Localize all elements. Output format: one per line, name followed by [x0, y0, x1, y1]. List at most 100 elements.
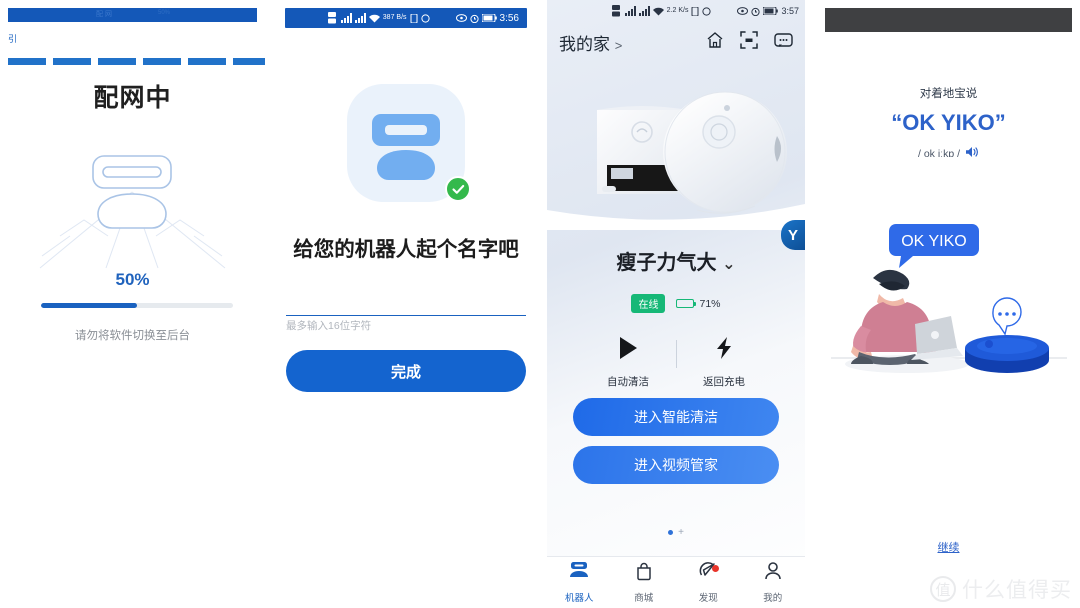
add-device-icon[interactable]: + — [678, 528, 684, 538]
battery-icon — [763, 7, 779, 15]
person-with-laptop-and-robot-illustration: OK YIKO — [817, 218, 1080, 398]
status-bar-left-icons: 387 B/s — [327, 12, 430, 24]
pager-indicator: + — [547, 528, 805, 538]
tab-label: 我的 — [763, 593, 783, 604]
status-bar-right-icons: 3:56 — [455, 12, 519, 24]
panel-gutter-3 — [805, 0, 817, 608]
robot-vacuum-with-dock-photo — [547, 70, 805, 230]
glitch-separator — [8, 22, 257, 26]
signal-icon — [354, 13, 366, 23]
home-selector[interactable]: 我的家 > — [559, 30, 622, 55]
speaker-icon[interactable] — [965, 146, 979, 161]
tab-discover[interactable]: 发现 — [676, 557, 741, 608]
quick-action-auto-clean[interactable]: 自动清洁 — [581, 336, 676, 389]
robot-dock-illustration — [0, 150, 265, 270]
speech-bubble: OK YIKO — [889, 224, 979, 268]
continue-link-wrapper: 继续 — [817, 538, 1080, 556]
tab-shop[interactable]: 商城 — [612, 557, 677, 608]
page-title: 配网中 — [93, 84, 172, 112]
progress-bar — [41, 303, 233, 308]
battery-indicator: 71% — [676, 298, 721, 310]
status-bar: 2.2 K/s 3:57 — [547, 0, 805, 22]
chevron-down-icon: ⌄ — [722, 256, 736, 273]
panel-network-pairing: 配网 50% 引 配网中 50% 请勿将软件切换至后台 — [0, 0, 265, 608]
person-icon — [763, 561, 783, 586]
battery-icon — [676, 299, 697, 308]
status-bar — [825, 8, 1072, 32]
device-status-row: 在线 71% — [547, 294, 805, 313]
status-badge: 在线 — [631, 294, 666, 313]
bag-icon — [634, 561, 654, 586]
notification-badge — [711, 565, 719, 572]
sync-icon — [702, 6, 712, 16]
clock-label: 3:56 — [499, 12, 519, 24]
wakeword-phonetic-row: / ok iːkɒ / — [817, 146, 1080, 161]
screenshot-collage: 配网 50% 引 配网中 50% 请勿将软件切换至后台 387 B/s 3:56… — [0, 0, 1080, 608]
bottom-tab-bar: 机器人 商城 发现 我的 — [547, 556, 805, 608]
progress-percent-label: 50% — [115, 270, 150, 289]
home-label: 我的家 — [559, 35, 610, 54]
page-title: 给您的机器人起个名字吧 — [293, 238, 519, 261]
home-header: 我的家 > — [547, 22, 805, 55]
tab-profile[interactable]: 我的 — [741, 557, 806, 608]
alarm-icon — [751, 7, 761, 16]
signal-icon — [624, 6, 636, 16]
sync-icon — [420, 13, 430, 23]
glitch-text-primary: 配网 — [96, 11, 114, 18]
watermark-text: 什么值得买 — [962, 579, 1072, 602]
glitch-dashed-band — [8, 58, 265, 65]
wifi-icon — [652, 7, 664, 15]
vibrate-icon — [410, 13, 418, 23]
chevron-right-icon: > — [614, 38, 623, 53]
battery-icon — [481, 14, 497, 22]
scan-icon[interactable] — [740, 31, 758, 54]
vibrate-icon — [691, 6, 699, 16]
message-icon[interactable] — [774, 32, 793, 54]
quick-action-return-charge[interactable]: 返回充电 — [677, 336, 772, 389]
play-icon — [617, 337, 639, 364]
quick-actions: 自动清洁 返回充电 — [547, 336, 805, 389]
thinking-bubble-icon — [992, 297, 1022, 336]
glitch-text-secondary: 50% — [158, 10, 171, 16]
robot-name-input[interactable] — [286, 300, 526, 316]
robot-avatar-icon — [347, 84, 471, 202]
eye-icon — [737, 7, 749, 15]
device-name-label: 瘦子力气大 — [616, 252, 717, 274]
input-hint-text: 最多输入16位字符 — [286, 320, 372, 332]
alarm-icon — [469, 14, 479, 23]
tab-label: 商城 — [634, 593, 654, 604]
enter-smart-clean-button[interactable]: 进入智能清洁 — [573, 398, 779, 436]
pager-dot-active[interactable] — [668, 530, 674, 535]
panel-voice-wakeword: 对着地宝说 “OK YIKO” / ok iːkɒ / OK YIKO 继续 值… — [817, 0, 1080, 608]
panel-gutter-2 — [535, 0, 547, 608]
progress-hint-text: 请勿将软件切换至后台 — [75, 330, 190, 342]
status-bar-left-icons: 2.2 K/s — [611, 5, 712, 17]
watermark: 值 什么值得买 — [930, 574, 1072, 604]
svg-text:OK YIKO: OK YIKO — [901, 233, 967, 250]
success-check-icon — [445, 176, 471, 202]
lightning-icon — [714, 337, 734, 364]
device-name-selector[interactable]: 瘦子力气大 ⌄ — [547, 246, 805, 275]
panel-name-robot: 387 B/s 3:56 给您的机器人起个名字吧 最多输入16位字符 完成 — [277, 0, 535, 608]
panel-device-home: 2.2 K/s 3:57 我的家 > Y 瘦子力气大 ⌄ 在线 71% 自动清洁… — [547, 0, 805, 608]
watermark-mark: 值 — [930, 576, 956, 602]
submit-button[interactable]: 完成 — [286, 350, 526, 392]
wifi-icon — [368, 14, 380, 22]
tab-label: 发现 — [698, 593, 718, 604]
continue-link[interactable]: 继续 — [938, 542, 960, 554]
wakeword-text: “OK YIKO” — [891, 110, 1006, 135]
dual-sim-icon — [327, 12, 336, 24]
dual-sim-icon — [611, 5, 620, 17]
robot-vacuum-illustration — [965, 335, 1049, 373]
glitch-statusbar-artifact: 配网 50% — [8, 8, 257, 22]
phonetic-label: / ok iːkɒ / — [917, 147, 960, 160]
tab-robot[interactable]: 机器人 — [547, 557, 612, 608]
wakeword-instruction: 对着地宝说 — [919, 88, 978, 100]
signal-icon — [638, 6, 650, 16]
glitch-stray-glyph: 引 — [8, 34, 18, 44]
clock-label: 3:57 — [781, 6, 799, 16]
enter-video-butler-button[interactable]: 进入视频管家 — [573, 446, 779, 484]
home-icon[interactable] — [706, 31, 724, 54]
name-robot-card: 给您的机器人起个名字吧 — [277, 84, 535, 262]
tab-label: 机器人 — [564, 593, 594, 604]
